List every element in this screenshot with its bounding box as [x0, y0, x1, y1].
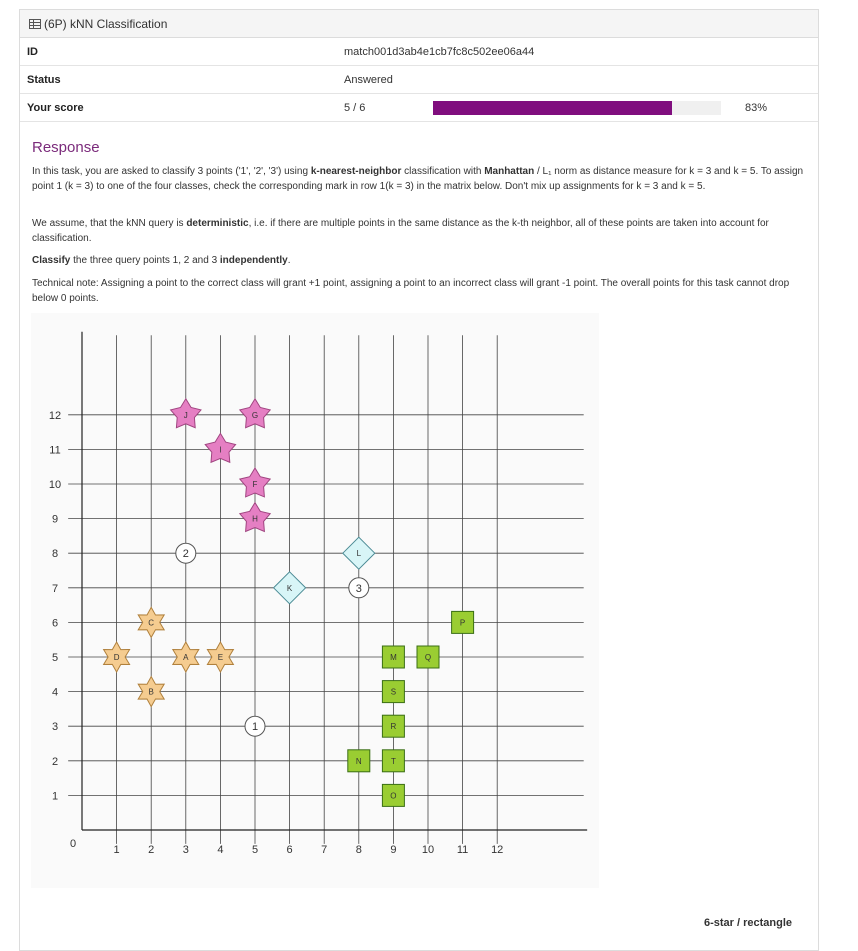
point-l-label: L — [357, 549, 362, 558]
task-panel: (6P) kNN Classification ID match001d3ab4… — [19, 9, 819, 951]
y-tick-label: 2 — [52, 756, 58, 768]
y-tick-label: 1 — [52, 790, 58, 802]
point-d-label: D — [114, 653, 120, 662]
y-tick-label: 6 — [52, 617, 58, 629]
y-tick-label: 10 — [49, 479, 61, 491]
id-label: ID — [27, 46, 38, 58]
matrix-header: 6-star / rectangle — [704, 917, 793, 929]
y-tick-label: 9 — [52, 514, 58, 526]
x-tick-label: 2 — [148, 844, 154, 856]
x-tick-label: 4 — [217, 844, 223, 856]
query-point-2-label: 2 — [183, 548, 189, 560]
score-row: Your score 5 / 6 83% — [20, 94, 818, 122]
point-s-label: S — [391, 688, 396, 697]
x-tick-label: 3 — [183, 844, 189, 856]
x-tick-label: 7 — [321, 844, 327, 856]
status-value: Answered — [344, 74, 393, 86]
origin-label: 0 — [70, 838, 76, 850]
point-i-label: I — [219, 445, 221, 454]
classify-instruction: Classify the three query points 1, 2 and… — [32, 255, 291, 266]
point-a-label: A — [183, 653, 189, 662]
table-icon — [29, 18, 41, 29]
score-label: Your score — [27, 102, 84, 114]
score-value: 5 / 6 — [344, 102, 366, 114]
y-tick-label: 4 — [52, 687, 58, 699]
y-tick-label: 8 — [52, 548, 58, 560]
query-point-1-label: 1 — [252, 721, 258, 733]
panel-title: (6P) kNN Classification — [44, 16, 168, 31]
point-o-label: O — [390, 791, 396, 800]
y-tick-label: 5 — [52, 652, 58, 664]
point-f-label: F — [253, 480, 258, 489]
point-r-label: R — [391, 722, 397, 731]
x-tick-label: 12 — [491, 844, 503, 856]
x-tick-label: 6 — [287, 844, 293, 856]
status-row: Status Answered — [20, 66, 818, 94]
point-h-label: H — [252, 515, 258, 524]
y-tick-label: 12 — [49, 410, 61, 422]
status-label: Status — [27, 74, 61, 86]
knn-plot-svg: 1 2 3 4 5 6 7 8 9 10 11 121234567891011120ABCD EFGHI… — [49, 331, 588, 856]
point-q-label: Q — [425, 653, 431, 662]
knn-plot: 1 2 3 4 5 6 7 8 9 10 11 12 1 2 3 4 5 6 7 8 9 10 11 12 0 A B C D E F G H I… — [31, 313, 599, 888]
panel-header: (6P) kNN Classification — [20, 10, 818, 38]
point-j-label: J — [184, 411, 188, 420]
x-tick-label: 8 — [356, 844, 362, 856]
point-c-label: C — [148, 618, 154, 627]
y-tick-label: 3 — [52, 721, 58, 733]
point-b-label: B — [149, 688, 154, 697]
point-p-label: P — [460, 618, 465, 627]
score-percent: 83% — [745, 102, 768, 114]
y-tick-label: 7 — [52, 583, 58, 595]
score-progress-fill — [433, 101, 673, 115]
point-g-label: G — [252, 411, 258, 420]
query-point-3-label: 3 — [356, 583, 362, 595]
id-row: ID match001d3ab4e1cb7fc8c502ee06a44 — [20, 38, 818, 66]
task-description: In this task, you are asked to classify … — [32, 166, 804, 192]
point-m-label: M — [390, 653, 397, 662]
technical-note: Technical note: Assigning a point to the… — [32, 278, 790, 304]
point-k-label: K — [287, 584, 293, 593]
x-tick-label: 9 — [390, 844, 396, 856]
point-t-label: T — [391, 757, 396, 766]
y-tick-label: 11 — [49, 444, 60, 456]
score-progress-bar — [433, 101, 721, 115]
deterministic-note: We assume, that the kNN query is determi… — [32, 218, 769, 244]
response-title: Response — [32, 139, 100, 156]
id-value: match001d3ab4e1cb7fc8c502ee06a44 — [344, 46, 535, 58]
x-tick-label: 5 — [252, 844, 258, 856]
x-tick-label: 10 — [422, 844, 434, 856]
x-tick-label: 11 — [457, 844, 468, 856]
point-n-label: N — [356, 757, 362, 766]
x-tick-label: 1 — [114, 844, 120, 856]
point-e-label: E — [218, 653, 223, 662]
